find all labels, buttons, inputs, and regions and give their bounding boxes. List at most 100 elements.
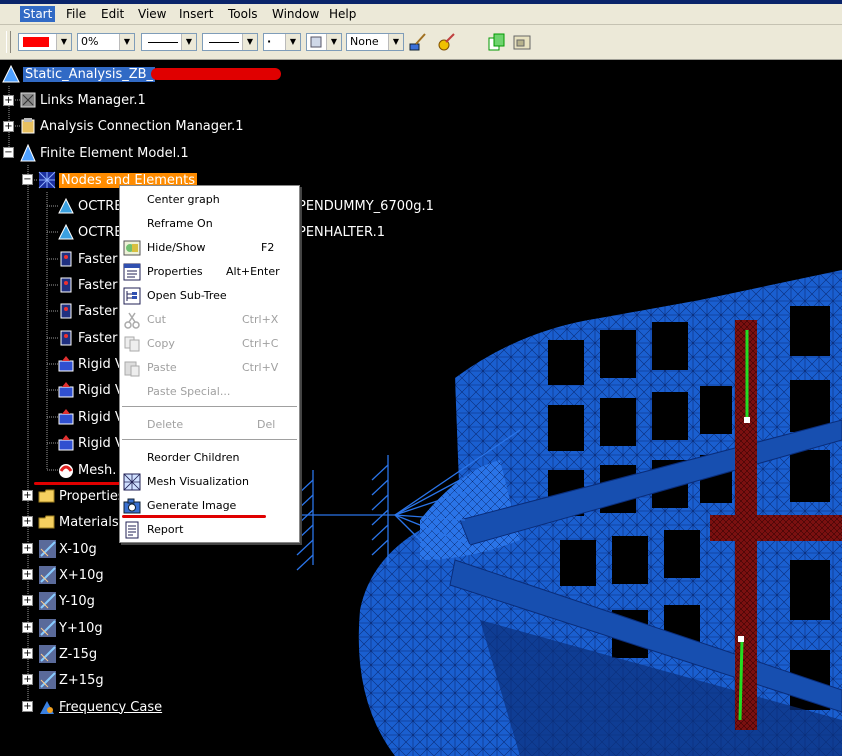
menu-item-mesh-visualization[interactable]: Mesh Visualization xyxy=(120,471,299,493)
expand-icon[interactable]: + xyxy=(22,648,33,659)
menu-item-center-graph[interactable]: Center graph xyxy=(120,189,299,211)
menu-item-properties[interactable]: Properties Alt+Enter xyxy=(120,261,299,283)
tree-item-load-z-pos[interactable]: Z+15g xyxy=(38,669,104,691)
expand-icon[interactable]: + xyxy=(22,569,33,580)
menu-start[interactable]: Start xyxy=(20,6,56,22)
swap-visible-space-icon[interactable] xyxy=(487,32,507,52)
tree-item-load-y-neg[interactable]: Y-10g xyxy=(38,590,95,612)
menu-file[interactable]: File xyxy=(66,7,86,21)
tree-item-analysis-connection-manager[interactable]: Analysis Connection Manager.1 xyxy=(19,115,244,137)
tree-item-rigid-4[interactable]: Rigid V xyxy=(57,432,124,454)
collapse-icon[interactable]: − xyxy=(3,147,14,158)
static-case-icon xyxy=(38,592,56,610)
color-combo[interactable]: ▼ xyxy=(18,33,72,51)
point-symbol-combo[interactable]: · ▼ xyxy=(263,33,301,51)
toolbar-grip[interactable] xyxy=(6,31,11,53)
chevron-down-icon[interactable]: ▼ xyxy=(181,34,196,50)
links-manager-icon xyxy=(19,91,37,109)
shortcut-label: Del xyxy=(257,418,276,431)
tree-item-rigid-3[interactable]: Rigid V xyxy=(57,406,124,428)
tree-item-fastener-2[interactable]: Faster xyxy=(57,274,117,296)
tree-item-finite-element-model[interactable]: Finite Element Model.1 xyxy=(19,142,189,164)
tree-root[interactable]: Static_Analysis_ZB_ xyxy=(2,63,282,85)
tree-item-fastener-4[interactable]: Faster xyxy=(57,327,117,349)
shortcut-label: Ctrl+V xyxy=(242,361,279,374)
linetype-combo[interactable]: ▼ xyxy=(141,33,197,51)
tree-item-load-x-neg[interactable]: X-10g xyxy=(38,538,97,560)
expand-icon[interactable]: + xyxy=(22,622,33,633)
tree-item-rigid-1[interactable]: Rigid V xyxy=(57,353,124,375)
tree-item-load-y-pos[interactable]: Y+10g xyxy=(38,617,103,639)
tree-label: Y+10g xyxy=(59,620,103,636)
expand-icon[interactable]: + xyxy=(22,595,33,606)
tree-item-links-manager[interactable]: Links Manager.1 xyxy=(19,89,146,111)
properties-icon xyxy=(123,263,141,281)
chevron-down-icon[interactable]: ▼ xyxy=(285,34,300,50)
expand-icon[interactable]: + xyxy=(22,490,33,501)
chevron-down-icon[interactable]: ▼ xyxy=(242,34,257,50)
menu-item-copy[interactable]: Copy Ctrl+C xyxy=(120,333,299,355)
menu-item-generate-image[interactable]: Generate Image xyxy=(120,495,299,517)
tree-item-load-z-neg[interactable]: Z-15g xyxy=(38,643,97,665)
expand-icon[interactable]: + xyxy=(3,121,14,132)
tree-item-fastener-1[interactable]: Faster xyxy=(57,248,117,270)
tree-item-rigid-2[interactable]: Rigid V xyxy=(57,379,124,401)
tree-item-load-x-pos[interactable]: X+10g xyxy=(38,564,104,586)
menu-item-paste[interactable]: Paste Ctrl+V xyxy=(120,357,299,379)
collapse-icon[interactable]: − xyxy=(22,174,33,185)
chevron-down-icon[interactable]: ▼ xyxy=(56,34,71,50)
expand-icon[interactable]: + xyxy=(22,543,33,554)
tree-item-octree-2[interactable]: OCTRE xyxy=(57,221,123,243)
tree-label: Analysis Connection Manager.1 xyxy=(40,118,244,134)
expand-icon[interactable]: + xyxy=(22,701,33,712)
static-case-icon xyxy=(38,540,56,558)
transparency-combo[interactable]: 0% ▼ xyxy=(77,33,135,51)
menu-item-hide-show[interactable]: Hide/Show F2 xyxy=(120,237,299,259)
menu-item-label: Generate Image xyxy=(147,499,237,512)
menu-item-delete[interactable]: Delete Del xyxy=(120,414,299,436)
menu-item-label: Center graph xyxy=(147,193,220,206)
tree-label: Frequency Case xyxy=(59,699,163,715)
menu-help[interactable]: Help xyxy=(329,7,356,21)
menu-edit[interactable]: Edit xyxy=(101,7,124,21)
tree-label: Properties xyxy=(59,488,125,504)
tree-label: OCTRE xyxy=(78,224,123,240)
tree-item-octree-1[interactable]: OCTRE xyxy=(57,195,123,217)
tree-item-materials[interactable]: Materials. xyxy=(38,511,123,533)
menu-item-reorder-children[interactable]: Reorder Children xyxy=(120,447,299,469)
hide-show-space-icon[interactable] xyxy=(512,32,532,52)
tree-item-frequency-case[interactable]: Frequency Case xyxy=(38,696,162,718)
menu-window[interactable]: Window xyxy=(272,7,319,21)
menu-view[interactable]: View xyxy=(138,7,166,21)
chevron-down-icon[interactable]: ▼ xyxy=(388,34,403,50)
paste-icon xyxy=(124,361,140,377)
static-case-icon xyxy=(38,566,56,584)
menu-insert[interactable]: Insert xyxy=(179,7,213,21)
menu-tools[interactable]: Tools xyxy=(228,7,258,21)
tree-item-octree-2-tail: PENHALTER.1 xyxy=(298,221,385,243)
linetype-preview xyxy=(148,42,178,43)
expand-icon[interactable]: + xyxy=(22,516,33,527)
static-case-icon xyxy=(38,645,56,663)
layer-combo[interactable]: None ▼ xyxy=(346,33,404,51)
tree-item-properties[interactable]: Properties xyxy=(38,485,125,507)
expand-icon[interactable]: + xyxy=(22,674,33,685)
expand-icon[interactable]: + xyxy=(3,95,14,106)
menu-item-cut[interactable]: Cut Ctrl+X xyxy=(120,309,299,331)
chevron-down-icon[interactable]: ▼ xyxy=(119,34,134,50)
menu-item-reframe-on[interactable]: Reframe On xyxy=(120,213,299,235)
painter-brush-icon[interactable] xyxy=(437,32,457,52)
menu-item-open-subtree[interactable]: Open Sub-Tree xyxy=(120,285,299,307)
linethickness-combo[interactable]: ▼ xyxy=(202,33,258,51)
menu-item-paste-special[interactable]: Paste Special... xyxy=(120,381,299,403)
layer-value: None xyxy=(350,35,379,48)
rendering-style-combo[interactable]: ▼ xyxy=(306,33,342,51)
format-painter-icon[interactable] xyxy=(408,32,428,52)
folder-icon xyxy=(38,513,56,531)
menu-item-report[interactable]: Report xyxy=(120,519,299,541)
tree-item-mesh[interactable]: Mesh. xyxy=(57,459,116,481)
menu-item-label: Reframe On xyxy=(147,217,213,230)
chevron-down-icon[interactable]: ▼ xyxy=(326,34,341,50)
octree-mesh-icon xyxy=(57,223,75,241)
tree-item-fastener-3[interactable]: Faster xyxy=(57,300,117,322)
